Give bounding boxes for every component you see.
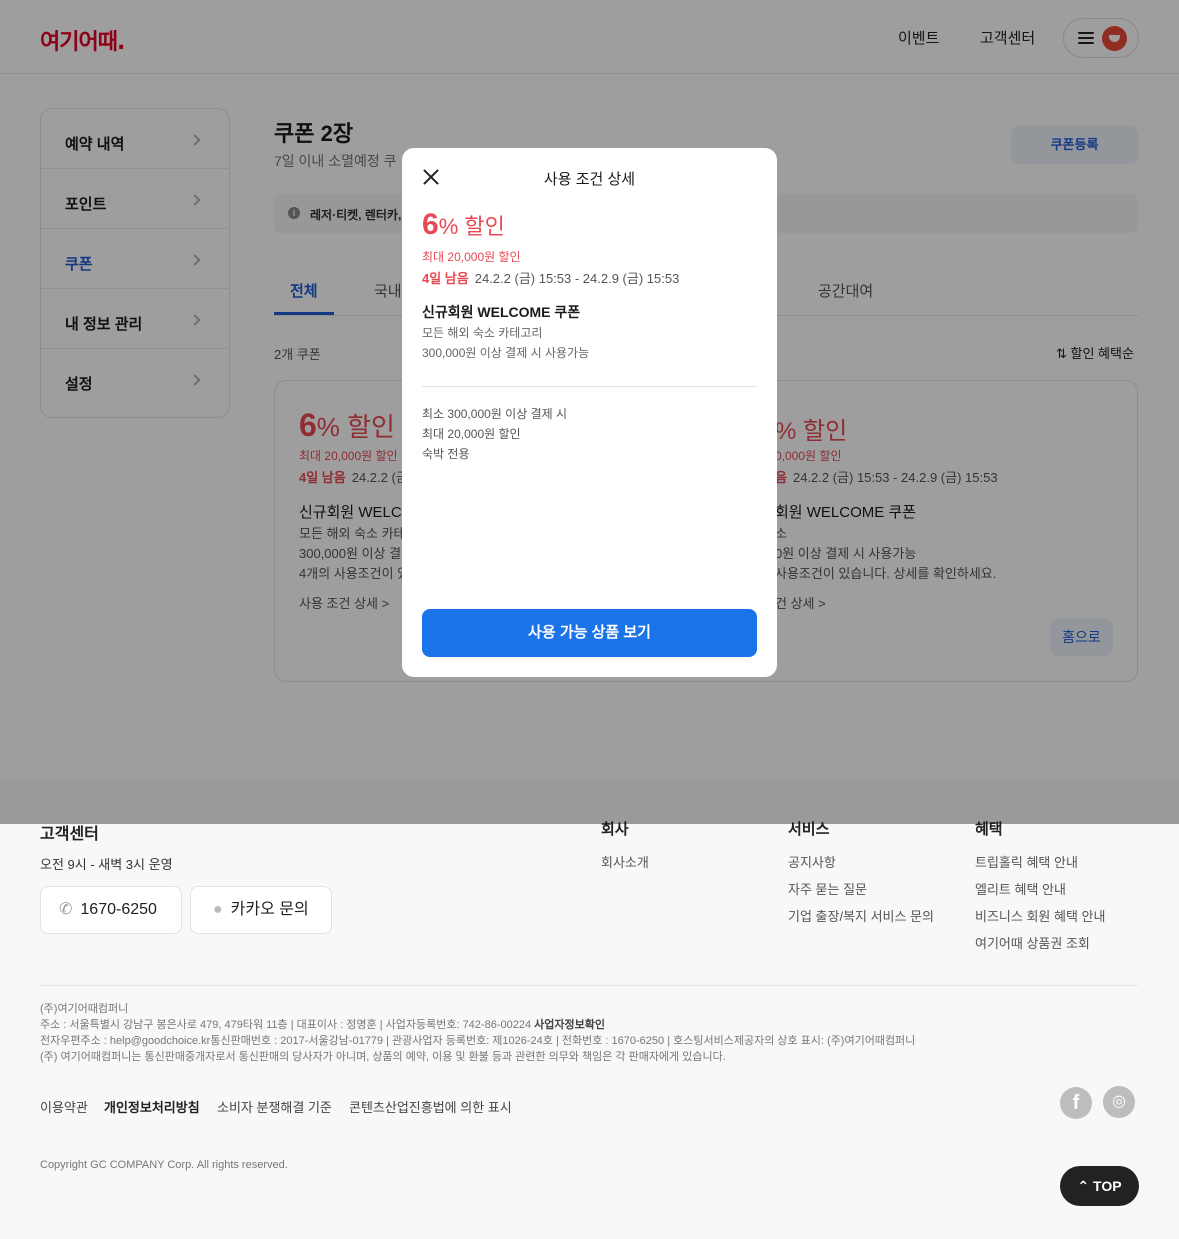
footer-link-business-member[interactable]: 비즈니스 회원 혜택 안내 — [975, 906, 1105, 925]
legal-line-2: 주소 : 서울특별시 강남구 봉은사로 479, 479타워 11층 | 대표이… — [40, 1019, 605, 1031]
view-eligible-products-button[interactable]: 사용 가능 상품 보기 — [422, 609, 757, 657]
phone-button[interactable]: ✆ 1670-6250 — [40, 886, 182, 934]
modal-category: 모든 해외 숙소 카테고리 — [422, 326, 543, 340]
coupon-detail-modal: 사용 조건 상세 6% 할인 최대 20,000원 할인 4일 남음 24.2.2… — [402, 148, 777, 677]
modal-detail-line: 숙박 전용 — [422, 447, 470, 461]
modal-condition: 300,000원 이상 결제 시 사용가능 — [422, 346, 590, 360]
dispute-link[interactable]: 소비자 분쟁해결 기준 — [217, 1097, 332, 1116]
footer-hours: 오전 9시 - 새벽 3시 운영 — [40, 857, 173, 872]
chat-bubble-icon: ● — [213, 901, 223, 918]
footer-divider — [40, 985, 1138, 986]
kakao-inquiry-button[interactable]: ● 카카오 문의 — [190, 886, 332, 934]
footer-link-company-intro[interactable]: 회사소개 — [601, 852, 649, 871]
modal-discount: 6% 할인 — [422, 208, 505, 241]
content-law-link[interactable]: 콘텐츠산업진흥법에 의한 표시 — [349, 1097, 512, 1116]
facebook-icon[interactable]: f — [1060, 1087, 1092, 1119]
legal-line-1: (주)여기어때컴퍼니 — [40, 1003, 129, 1015]
phone-icon: ✆ — [59, 901, 73, 918]
copyright: Copyright GC COMPANY Corp. All rights re… — [40, 1159, 288, 1171]
modal-coupon-name: 신규회원 WELCOME 쿠폰 — [422, 304, 581, 320]
modal-period: 4일 남음 24.2.2 (금) 15:53 - 24.2.9 (금) 15:53 — [422, 271, 680, 286]
instagram-icon[interactable]: ◎ — [1103, 1086, 1135, 1118]
footer-link-business[interactable]: 기업 출장/복지 서비스 문의 — [788, 906, 934, 925]
modal-detail-line: 최소 300,000원 이상 결제 시 — [422, 407, 568, 421]
modal-max-discount: 최대 20,000원 할인 — [422, 250, 521, 264]
footer-link-notice[interactable]: 공지사항 — [788, 852, 836, 871]
footer-link-elite[interactable]: 엘리트 혜택 안내 — [975, 879, 1066, 898]
footer-link-gift-card[interactable]: 여기어때 상품권 조회 — [975, 933, 1090, 952]
modal-detail-line: 최대 20,000원 할인 — [422, 427, 521, 441]
privacy-link[interactable]: 개인정보처리방침 — [104, 1097, 200, 1116]
chevron-up-icon: ⌃ — [1077, 1178, 1094, 1194]
site-footer: 고객센터 오전 9시 - 새벽 3시 운영 ✆ 1670-6250 ● 카카오 문의… — [0, 778, 1179, 1239]
modal-divider — [422, 386, 757, 387]
scroll-top-button[interactable]: ⌃ TOP — [1060, 1166, 1139, 1206]
footer-link-tripholic[interactable]: 트립홀릭 혜택 안내 — [975, 852, 1078, 871]
footer-link-faq[interactable]: 자주 묻는 질문 — [788, 879, 867, 898]
terms-link[interactable]: 이용약관 — [40, 1097, 88, 1116]
business-info-link[interactable]: 사업자정보확인 — [534, 1019, 605, 1031]
modal-title: 사용 조건 상세 — [543, 171, 636, 188]
legal-line-4: (주) 여기어때컴퍼니는 통신판매중개자로서 통신판매의 당사자가 아니며, 상… — [40, 1051, 726, 1063]
legal-line-3: 전자우편주소 : help@goodchoice.kr통신판매번호 : 2017… — [40, 1035, 916, 1047]
